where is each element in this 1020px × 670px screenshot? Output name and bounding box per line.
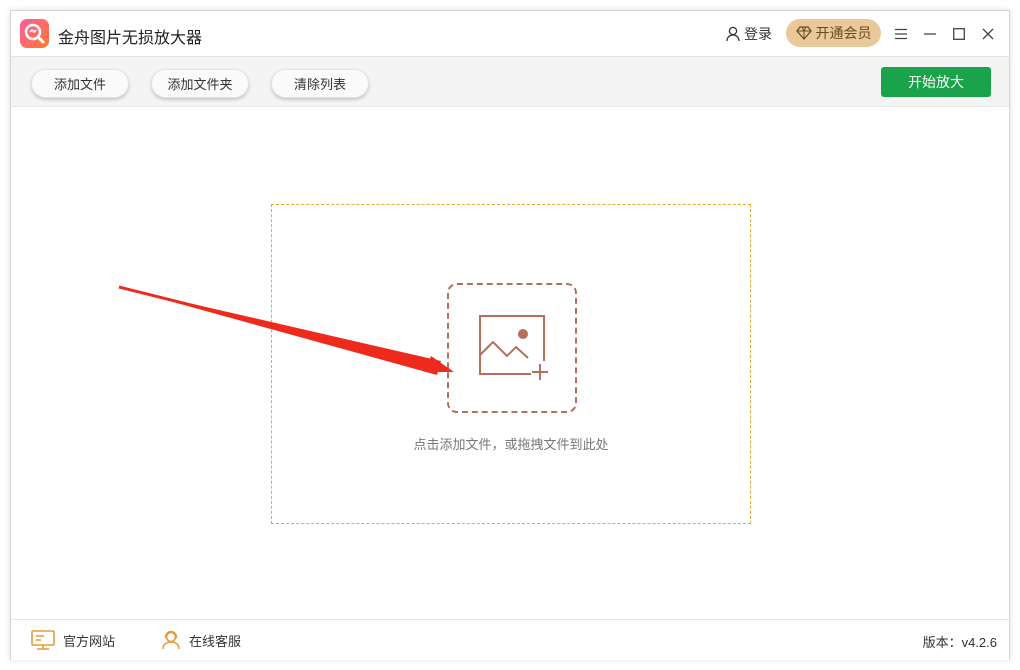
online-support-label: 在线客服 [189, 633, 242, 649]
login-button[interactable]: 登录 [725, 24, 772, 44]
clear-list-button[interactable]: 清除列表 [271, 69, 369, 98]
app-logo-icon [20, 19, 49, 48]
user-icon [726, 26, 740, 42]
add-image-icon [479, 315, 548, 380]
online-support-link[interactable]: 在线客服 [161, 629, 241, 651]
toolbar: 添加文件 添加文件夹 清除列表 开始放大 [11, 56, 1009, 107]
vip-label: 开通会员 [815, 25, 872, 41]
vip-button[interactable]: 开通会员 [786, 19, 881, 47]
drop-hint-text: 点击添加文件，或拖拽文件到此处 [413, 437, 609, 452]
drop-zone[interactable]: 点击添加文件，或拖拽文件到此处 [271, 204, 751, 524]
add-folder-button[interactable]: 添加文件夹 [151, 69, 249, 98]
official-website-link[interactable]: 官方网站 [31, 629, 115, 651]
footer: 官方网站 在线客服 版本：v4.2.6 [11, 619, 1009, 660]
minimize-icon [924, 33, 936, 35]
monitor-icon [31, 630, 55, 650]
app-title: 金舟图片无损放大器 [58, 30, 203, 47]
close-icon [982, 28, 994, 40]
minimize-button[interactable] [919, 23, 941, 45]
diamond-icon [795, 26, 812, 40]
version-label: 版本：v4.2.6 [922, 635, 997, 650]
app-window: 金舟图片无损放大器 登录 开通会员 添加文件 添加文件夹 清除列表 开始放大 点… [10, 10, 1010, 660]
menu-button[interactable] [890, 23, 912, 45]
login-label: 登录 [744, 26, 772, 42]
official-website-label: 官方网站 [63, 633, 116, 649]
add-file-button[interactable]: 添加文件 [31, 69, 129, 98]
close-button[interactable] [977, 23, 999, 45]
title-bar: 金舟图片无损放大器 登录 开通会员 [11, 11, 1009, 56]
menu-icon [895, 28, 907, 40]
customer-service-icon [162, 630, 180, 650]
add-image-button[interactable] [447, 283, 577, 413]
start-enlarge-button[interactable]: 开始放大 [881, 67, 991, 97]
maximize-icon [953, 28, 965, 40]
maximize-button[interactable] [948, 23, 970, 45]
